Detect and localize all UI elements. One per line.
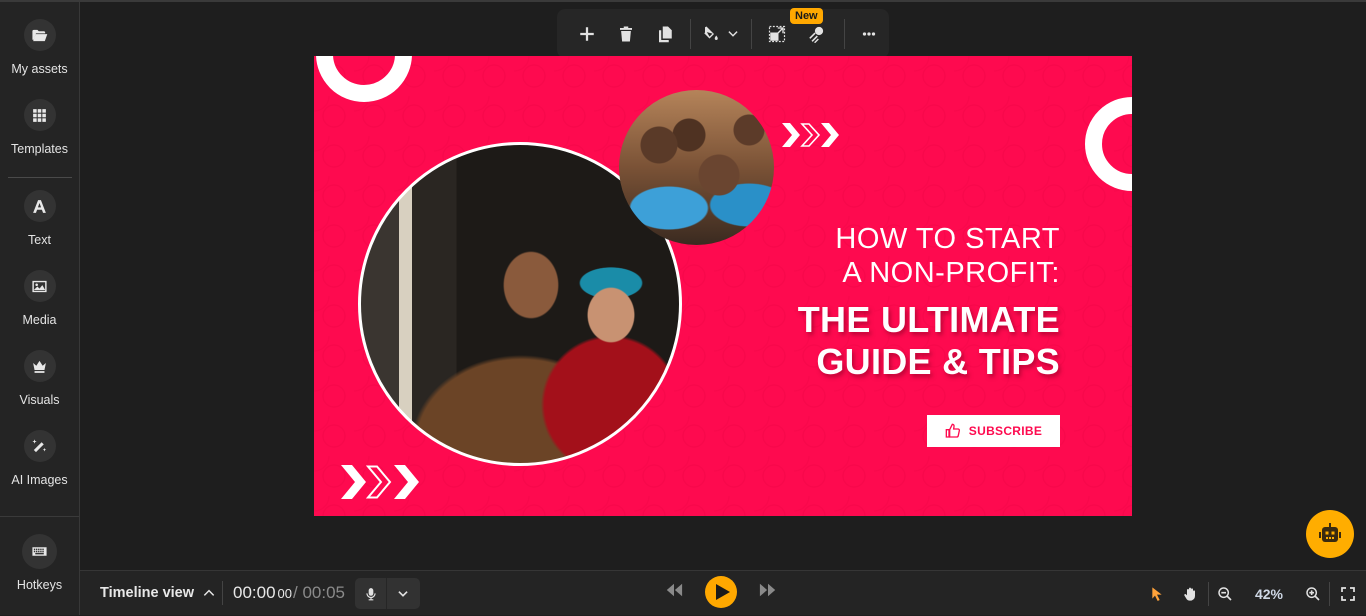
fullscreen-button[interactable]: [1330, 586, 1366, 602]
more-horizontal-icon: [863, 31, 876, 36]
chevron-arrows-bottom[interactable]: [341, 465, 421, 499]
sidebar-item-label: Text: [28, 233, 51, 247]
headline-bold[interactable]: THE ULTIMATE GUIDE & TIPS: [798, 299, 1060, 383]
robot-icon: [1319, 523, 1341, 542]
voiceover-dropdown-button[interactable]: [387, 578, 419, 609]
headline-bold-line-2: GUIDE & TIPS: [816, 341, 1060, 382]
sidebar-item-text[interactable]: Text: [0, 190, 79, 247]
microphone-button[interactable]: [355, 578, 387, 609]
delete-button[interactable]: [606, 14, 645, 54]
subscribe-button[interactable]: SUBSCRIBE: [927, 415, 1060, 447]
more-options-button[interactable]: [850, 14, 889, 54]
chevron-down-icon: [398, 590, 408, 597]
play-button[interactable]: [705, 576, 737, 608]
play-icon: [715, 584, 730, 600]
sidebar-item-label: Templates: [11, 142, 68, 156]
comet-icon: [809, 26, 824, 43]
hand-tool-button[interactable]: [1174, 586, 1208, 602]
sidebar-divider: [0, 516, 79, 517]
bottombar-divider: [222, 581, 223, 605]
rewind-icon: [666, 583, 683, 596]
element-toolbar: [557, 9, 889, 58]
keyboard-icon: [22, 534, 57, 569]
sidebar-item-ai-images[interactable]: AI Images: [0, 430, 79, 487]
fast-forward-icon: [759, 583, 776, 596]
design-canvas[interactable]: HOW TO START A NON-PROFIT: THE ULTIMATE …: [314, 56, 1132, 516]
select-tool-button[interactable]: [1140, 586, 1174, 602]
zoom-out-icon: [1218, 586, 1232, 601]
chevron-up-icon: [203, 589, 215, 596]
left-sidebar: My assets Templates Text Media Visuals A…: [0, 2, 80, 615]
photo-children-group[interactable]: [619, 90, 774, 245]
magic-wand-icon: [23, 430, 56, 462]
new-badge: New: [790, 8, 823, 24]
subscribe-label: SUBSCRIBE: [968, 424, 1043, 438]
microphone-icon: [365, 587, 376, 600]
sidebar-item-media[interactable]: Media: [0, 270, 79, 327]
headline-line-1: HOW TO START: [835, 223, 1060, 255]
bottom-playback-bar: Timeline view 00:00 00 / 00:05 42%: [80, 570, 1366, 615]
toolbar-divider: [751, 18, 753, 49]
thumbs-up-icon: [945, 423, 960, 438]
sidebar-item-label: Hotkeys: [16, 578, 63, 592]
grid-icon: [23, 99, 56, 131]
timeline-view-label: Timeline view: [100, 585, 195, 601]
zoom-in-button[interactable]: [1297, 586, 1329, 602]
hand-icon: [1184, 587, 1195, 601]
paint-bucket-icon: [704, 26, 718, 40]
timeline-view-toggle[interactable]: Timeline view: [100, 585, 216, 601]
sidebar-item-label: Visuals: [19, 393, 60, 407]
time-display: 00:00 00 / 00:05: [233, 583, 345, 603]
fill-color-dropdown[interactable]: [696, 14, 747, 54]
trash-icon: [619, 26, 632, 41]
rewind-button[interactable]: [665, 583, 683, 602]
fast-forward-button[interactable]: [759, 583, 777, 602]
sidebar-divider: [8, 177, 72, 178]
headline-light[interactable]: HOW TO START A NON-PROFIT:: [835, 222, 1060, 290]
current-time: 00:00: [233, 583, 276, 602]
sidebar-item-label: My assets: [11, 62, 68, 76]
playback-controls: [665, 576, 777, 608]
sidebar-item-label: Media: [22, 313, 57, 327]
window-top-border: [0, 0, 1366, 2]
image-icon: [23, 270, 56, 302]
total-duration: / 00:05: [293, 583, 346, 602]
zoom-out-button[interactable]: [1209, 586, 1241, 602]
resize-icon: [768, 25, 786, 42]
zoom-level: 42%: [1254, 585, 1284, 602]
toolbar-divider: [843, 18, 845, 49]
duplicate-button[interactable]: [645, 14, 684, 54]
fullscreen-icon: [1341, 586, 1355, 601]
voiceover-control: [355, 578, 420, 609]
headline-bold-line-1: THE ULTIMATE: [797, 299, 1060, 340]
current-frames: 00: [277, 586, 293, 601]
add-button[interactable]: [567, 14, 606, 54]
chevron-arrows-top[interactable]: [782, 123, 840, 147]
toolbar-divider: [689, 18, 691, 49]
cursor-arrow-icon: [1152, 586, 1162, 601]
sidebar-item-my-assets[interactable]: My assets: [0, 19, 79, 76]
ai-assistant-button[interactable]: [1306, 510, 1354, 558]
plus-icon: [579, 26, 594, 41]
sidebar-item-label: AI Images: [11, 473, 68, 487]
crown-icon: [23, 350, 56, 382]
text-icon: [23, 190, 56, 222]
copy-icon: [658, 26, 672, 42]
chevron-down-icon: [728, 30, 738, 37]
sidebar-item-visuals[interactable]: Visuals: [0, 350, 79, 407]
sidebar-item-templates[interactable]: Templates: [0, 99, 79, 156]
view-controls: 42%: [1140, 571, 1366, 616]
folder-open-icon: [23, 19, 56, 51]
headline-line-2: A NON-PROFIT:: [842, 257, 1060, 289]
sidebar-item-hotkeys[interactable]: Hotkeys: [0, 534, 79, 592]
zoom-in-icon: [1306, 586, 1320, 601]
